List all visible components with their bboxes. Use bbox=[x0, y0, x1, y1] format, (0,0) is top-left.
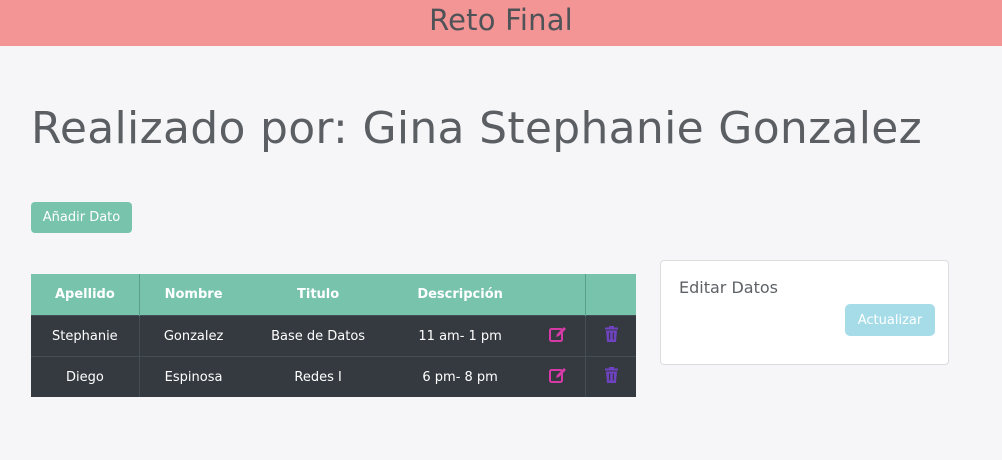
table-row: Stephanie Gonzalez Base de Datos 11 am- … bbox=[31, 315, 636, 357]
trash-icon[interactable] bbox=[604, 326, 618, 342]
cell-delete bbox=[585, 315, 636, 357]
edit-data-panel: Editar Datos Actualizar bbox=[660, 260, 949, 365]
column-header-edit bbox=[531, 274, 586, 316]
table-row: Diego Espinosa Redes I 6 pm- 8 pm bbox=[31, 356, 636, 397]
cell-nombre: Gonzalez bbox=[138, 315, 248, 357]
cell-edit bbox=[531, 356, 586, 397]
cell-titulo: Redes I bbox=[247, 356, 389, 397]
cell-nombre: Espinosa bbox=[138, 356, 248, 397]
update-button[interactable]: Actualizar bbox=[845, 304, 935, 336]
data-table: Apellido Nombre Titulo Descripción Steph… bbox=[31, 274, 636, 397]
column-header-descripcion: Descripción bbox=[388, 274, 532, 316]
add-data-button[interactable]: Añadir Dato bbox=[31, 202, 132, 233]
trash-icon[interactable] bbox=[604, 367, 618, 383]
cell-titulo: Base de Datos bbox=[247, 315, 389, 357]
edit-icon[interactable] bbox=[549, 326, 567, 343]
column-header-nombre: Nombre bbox=[138, 274, 248, 316]
edit-icon[interactable] bbox=[549, 367, 567, 384]
column-header-delete bbox=[585, 274, 636, 316]
cell-descripcion: 6 pm- 8 pm bbox=[388, 356, 532, 397]
column-header-apellido: Apellido bbox=[31, 274, 140, 316]
cell-apellido: Diego bbox=[31, 356, 140, 397]
cell-edit bbox=[531, 315, 586, 357]
column-header-titulo: Titulo bbox=[247, 274, 389, 316]
app-title: Reto Final bbox=[429, 3, 573, 37]
top-header-bar: Reto Final bbox=[0, 0, 1002, 46]
edit-panel-title: Editar Datos bbox=[679, 278, 778, 297]
page-heading: Realizado por: Gina Stephanie Gonzalez bbox=[31, 103, 923, 154]
cell-apellido: Stephanie bbox=[31, 315, 140, 357]
cell-delete bbox=[585, 356, 636, 397]
cell-descripcion: 11 am- 1 pm bbox=[388, 315, 532, 357]
table-header-row: Apellido Nombre Titulo Descripción bbox=[31, 274, 636, 316]
